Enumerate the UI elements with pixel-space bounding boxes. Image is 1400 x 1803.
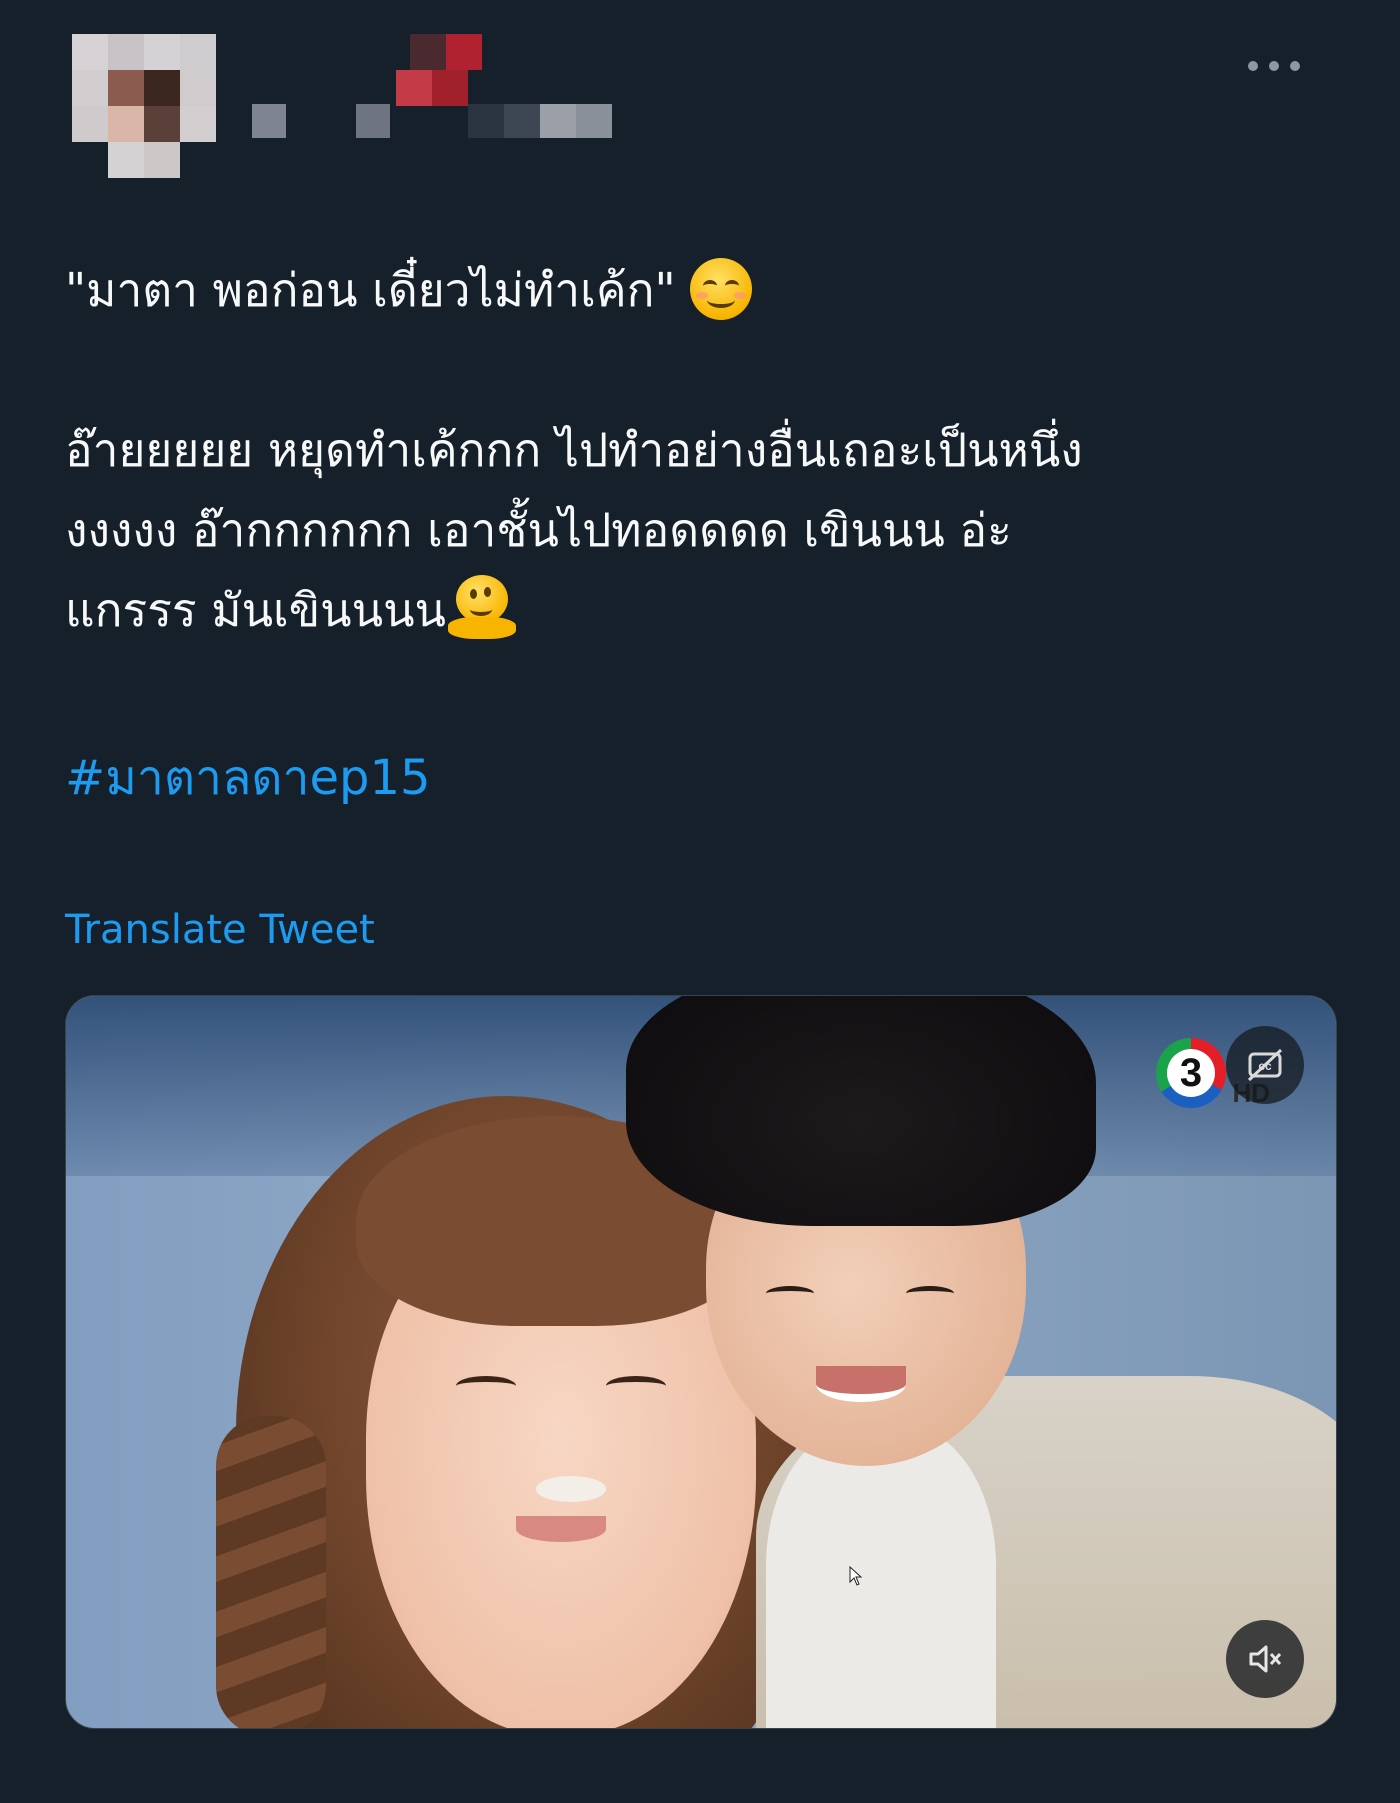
dot [1248, 61, 1258, 71]
avatar-pixel [144, 34, 180, 70]
name-pixel [356, 104, 390, 138]
man-inner-shirt [766, 1426, 996, 1728]
author-name-censored[interactable] [250, 34, 670, 144]
woman-lips [516, 1516, 606, 1542]
channel-3-logo-icon: 3 [1156, 1038, 1226, 1108]
tweet: "มาตา พอก่อน เดี๋ยวไม่ทำเค้ก" อ๊ายยยยย ห… [0, 0, 1400, 1803]
avatar-pixel [144, 142, 180, 178]
man-eye-right [906, 1286, 954, 1301]
woman-braid [216, 1416, 326, 1728]
avatar-pixel [108, 70, 144, 106]
quote-line-text: "มาตา พอก่อน เดี๋ยวไม่ทำเค้ก" [65, 263, 676, 317]
mouse-cursor-icon [849, 1566, 863, 1586]
woman-eye-left [456, 1376, 516, 1396]
captions-off-icon[interactable]: cc [1226, 1026, 1304, 1104]
name-pixel [252, 104, 286, 138]
name-pixel [446, 34, 482, 70]
avatar-pixel [180, 106, 216, 142]
name-pixel [540, 104, 576, 138]
avatar-pixel [108, 34, 144, 70]
speaker-muted-icon[interactable] [1226, 1620, 1304, 1698]
avatar-pixel [72, 106, 108, 142]
name-pixel [468, 104, 504, 138]
tweet-body-text: อ๊ายยยยย หยุดทำเค้กกก ไปทำอย่างอื่นเถอะเ… [65, 423, 1083, 637]
hashtag-link[interactable]: #มาตาลดาep15 [65, 738, 431, 818]
cream-on-nose [536, 1476, 606, 1502]
man-hair [626, 996, 1096, 1226]
woman-eye-right [606, 1376, 666, 1396]
dot [1269, 61, 1279, 71]
channel-logo-number: 3 [1167, 1049, 1215, 1097]
tweet-text: "มาตา พอก่อน เดี๋ยวไม่ทำเค้ก" อ๊ายยยยย ห… [65, 250, 1335, 650]
name-pixel [410, 34, 446, 70]
tweet-body: อ๊ายยยยย หยุดทำเค้กกก ไปทำอย่างอื่นเถอะเ… [65, 410, 1335, 650]
avatar-pixel [144, 70, 180, 106]
name-pixel [576, 104, 612, 138]
avatar-pixel [72, 34, 108, 70]
avatar-pixel [72, 142, 108, 178]
tweet-video[interactable]: 3 HD cc [65, 995, 1337, 1729]
avatar-pixel [108, 106, 144, 142]
melting-face-emoji-icon [447, 574, 516, 643]
name-pixel [504, 104, 540, 138]
name-pixel [432, 70, 468, 106]
author-avatar[interactable] [72, 34, 216, 178]
man-eye-left [766, 1286, 814, 1301]
avatar-pixel [180, 70, 216, 106]
dot [1290, 61, 1300, 71]
avatar-pixel [144, 106, 180, 142]
translate-tweet-link[interactable]: Translate Tweet [65, 900, 375, 960]
avatar-pixel [180, 142, 216, 178]
name-pixel [396, 70, 432, 106]
avatar-pixel [72, 70, 108, 106]
more-options-icon[interactable] [1248, 54, 1300, 78]
smiling-face-emoji-icon [689, 257, 752, 320]
man-smile [816, 1366, 906, 1402]
avatar-pixel [108, 142, 144, 178]
tweet-quote-line: "มาตา พอก่อน เดี๋ยวไม่ทำเค้ก" [65, 250, 1335, 330]
avatar-pixel [180, 34, 216, 70]
